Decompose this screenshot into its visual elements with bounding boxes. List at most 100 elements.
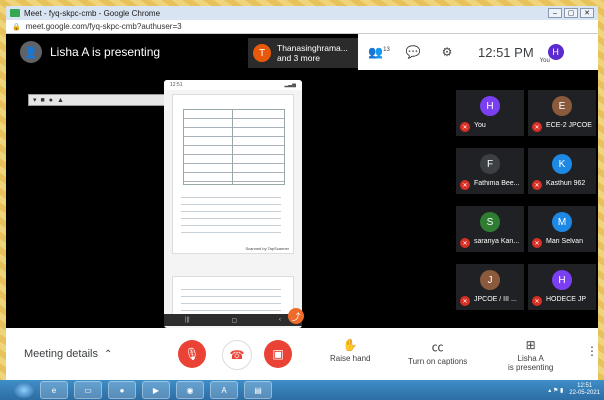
participant-name: saranya Kan... [474, 238, 520, 245]
recents-icon: ||| [184, 317, 190, 323]
scanned-page: Scanned by TapScanner [172, 94, 294, 254]
mic-off-icon: ✕ [460, 296, 470, 306]
windows-taskbar: e ▭ ● ▶ ◉ A ▤ ▴ ⚑ ▮ 12:51 22-05-2021 [0, 380, 604, 400]
pdf-icon[interactable]: A [210, 381, 238, 399]
mic-off-icon: ✕ [532, 122, 542, 132]
phone-signal-icon: ▂▃▅ [284, 82, 296, 88]
scan-caption: Scanned by TapScanner [245, 246, 289, 251]
scanned-page-2 [172, 276, 294, 318]
minimize-button[interactable]: – [548, 8, 562, 18]
camera-off-icon: ▣ [272, 347, 284, 361]
title-bar: Meet - fyq-skpc-cmb - Google Chrome – ▢ … [6, 6, 598, 20]
toolbar-icon[interactable]: ▾ [33, 96, 37, 104]
chat-icon[interactable]: 💬 [400, 45, 426, 59]
participant-name: Kasthuri 962 [546, 180, 586, 187]
presenting-status: is presenting [508, 363, 554, 372]
toolbar-icon[interactable]: ▲ [57, 97, 64, 104]
meet-bottom-bar: Meeting details ⌃ 🎙 ☎ ▣ ✋ Raise hand ㏄ Tu… [6, 328, 598, 380]
browser-window: Meet - fyq-skpc-cmb - Google Chrome – ▢ … [6, 6, 598, 380]
participant-avatar: H [552, 270, 572, 290]
participant-name: You [474, 122, 486, 129]
folder-icon[interactable]: ▭ [74, 381, 102, 399]
participant-avatar: M [552, 212, 572, 232]
media-player-icon[interactable]: ▶ [142, 381, 170, 399]
meeting-content: ▾ ■ ● ▲ 12:51 ▂▃▅ Scanned by TapScanner [6, 70, 598, 328]
participant-name: HODECE JP [546, 296, 587, 303]
captions-label: Turn on captions [408, 357, 468, 366]
meet-favicon-icon [10, 9, 20, 17]
participant-tile[interactable]: K ✕ Kasthuri 962 [528, 148, 596, 194]
chrome-icon[interactable]: ◉ [176, 381, 204, 399]
mic-off-icon: ✕ [460, 180, 470, 190]
toolbar-icon[interactable]: ■ [41, 97, 45, 104]
phone-time: 12:51 [170, 82, 183, 88]
firefox-icon[interactable]: ● [108, 381, 136, 399]
people-icon[interactable]: 👥13 [366, 45, 392, 59]
clock-time: 12:51 [577, 383, 593, 389]
participant-avatar: S [480, 212, 500, 232]
hand-icon: ✋ [342, 338, 358, 352]
toolbar-icon[interactable]: ● [49, 97, 53, 104]
meeting-details-button[interactable]: Meeting details ⌃ [24, 348, 112, 360]
participant-name: Fathima Bee... [474, 180, 520, 187]
maximize-button[interactable]: ▢ [564, 8, 578, 18]
share-icon[interactable]: ⤴ [288, 308, 304, 324]
you-avatar[interactable]: H [547, 44, 564, 60]
taskbar-clock[interactable]: 12:51 22-05-2021 [569, 383, 600, 397]
handwritten-table [183, 109, 285, 185]
participant-avatar: F [480, 154, 500, 174]
mini-toolbar[interactable]: ▾ ■ ● ▲ [28, 94, 166, 106]
pinned-participant-chip[interactable]: T Thanasinghrama... and 3 more [248, 38, 358, 68]
participant-tile[interactable]: J ✕ JPCOE / III ... [456, 264, 524, 310]
raise-hand-button[interactable]: ✋ Raise hand [330, 338, 370, 363]
mic-toggle-button[interactable]: 🎙 [178, 340, 206, 368]
participant-tile[interactable]: E ✕ ECE-2 JPCOE [528, 90, 596, 136]
participant-tile[interactable]: S ✕ saranya Kan... [456, 206, 524, 252]
you-label: You [539, 58, 550, 64]
more-options-icon[interactable]: ⋮ [586, 344, 598, 358]
mic-off-icon: ✕ [532, 296, 542, 306]
close-button[interactable]: ✕ [580, 8, 594, 18]
ie-icon[interactable]: e [40, 381, 68, 399]
activities-icon[interactable]: ⚙ [434, 45, 460, 59]
phone-status-bar: 12:51 ▂▃▅ [164, 80, 302, 90]
meet-top-right-panel: 👥13 💬 ⚙ 12:51 PM H You [358, 34, 598, 70]
present-icon: ⊞ [525, 338, 536, 352]
participant-tile[interactable]: F ✕ Fathima Bee... [456, 148, 524, 194]
participant-avatar: H [480, 96, 500, 116]
participant-avatar: J [480, 270, 500, 290]
mic-off-icon: ✕ [532, 238, 542, 248]
mic-off-icon: 🎙 [184, 347, 200, 361]
window-title: Meet - fyq-skpc-cmb - Google Chrome [24, 8, 161, 18]
address-bar[interactable]: 🔒 meet.google.com/fyq-skpc-cmb?authuser=… [6, 20, 598, 34]
presenter-avatar: 👤 [20, 41, 42, 63]
presentation-stage: ▾ ■ ● ▲ 12:51 ▂▃▅ Scanned by TapScanner [14, 78, 459, 328]
participant-name: JPCOE / III ... [474, 296, 517, 303]
meeting-clock: 12:51 PM [478, 44, 534, 60]
app-icon[interactable]: ▤ [244, 381, 272, 399]
presenting-button[interactable]: ⊞ Lisha A is presenting [508, 338, 553, 372]
system-tray: ▴ ⚑ ▮ 12:51 22-05-2021 [548, 383, 600, 397]
hang-up-icon: ☎ [229, 348, 245, 362]
participant-tile[interactable]: H ✕ You [456, 90, 524, 136]
captions-button[interactable]: ㏄ Turn on captions [408, 338, 467, 366]
shared-phone-screen: 12:51 ▂▃▅ Scanned by TapScanner [164, 80, 302, 328]
start-button[interactable] [14, 382, 34, 398]
pinned-avatar: T [253, 44, 271, 62]
meeting-details-label: Meeting details [24, 348, 98, 360]
back-icon: ‹ [279, 317, 282, 323]
participant-tile[interactable]: M ✕ Mari Selvan [528, 206, 596, 252]
lock-icon: 🔒 [12, 23, 21, 31]
leave-call-button[interactable]: ☎ [222, 340, 252, 370]
participant-tile[interactable]: H ✕ HODECE JP [528, 264, 596, 310]
phone-nav-bar: ||| ▢ ‹ [164, 314, 302, 326]
captions-icon: ㏄ [431, 340, 444, 354]
presenting-name: Lisha A [517, 354, 544, 363]
mic-off-icon: ✕ [532, 180, 542, 190]
raise-hand-label: Raise hand [330, 354, 371, 363]
handwritten-notes-2 [181, 283, 281, 313]
camera-toggle-button[interactable]: ▣ [264, 340, 292, 368]
tray-icons[interactable]: ▴ ⚑ ▮ [548, 387, 563, 394]
meet-app: 👤 Lisha A is presenting T Thanasinghrama… [6, 34, 598, 380]
url-text[interactable]: meet.google.com/fyq-skpc-cmb?authuser=3 [26, 22, 182, 31]
